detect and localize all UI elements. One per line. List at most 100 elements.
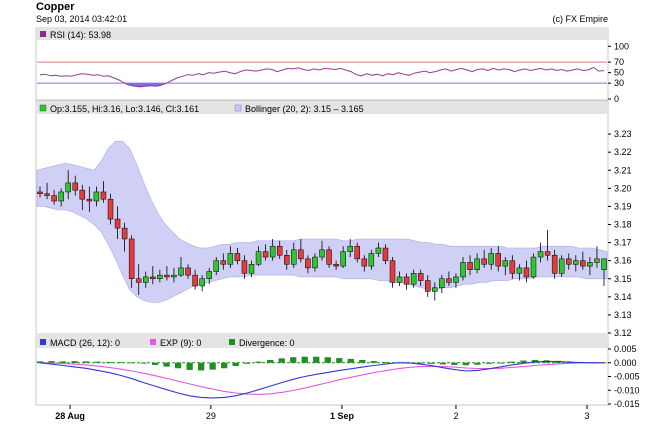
divergence-bar: [186, 362, 193, 370]
exp-legend-swatch: [150, 339, 156, 345]
bollinger-legend-swatch: [234, 104, 242, 112]
divergence-bar: [163, 362, 170, 367]
divergence-bar: [174, 362, 182, 369]
candle-body: [537, 251, 544, 258]
candle-body: [439, 278, 445, 289]
candle-body: [262, 251, 269, 258]
divergence-bar: [151, 362, 159, 365]
candle-body: [305, 258, 311, 269]
divergence-bar: [278, 358, 285, 363]
candle-body: [425, 280, 431, 292]
divergence-bar: [59, 361, 67, 363]
candle-body: [558, 258, 565, 274]
candle-body: [488, 253, 494, 265]
divergence-bar: [359, 360, 366, 363]
macd-panel: MACD (26, 12): 0 EXP (9): 0 Divergence: …: [35, 335, 640, 409]
candle-body: [185, 267, 191, 276]
candle-body: [79, 189, 86, 200]
rsi-tick-label: 0: [614, 94, 619, 104]
rsi-panel: RSI (14): 53.98 0 305070 100: [35, 27, 629, 104]
candle-body: [481, 258, 487, 265]
candle-body: [114, 218, 121, 229]
divergence-bar: [474, 362, 481, 365]
divergence-bar: [267, 360, 274, 363]
candle-body: [530, 256, 537, 278]
macd-legend-swatch: [40, 339, 46, 345]
divergence-bar: [94, 361, 101, 363]
macd-tick-label: 0.005: [614, 344, 637, 354]
candle-body: [587, 262, 593, 267]
price-tick-label: 3.15: [614, 274, 632, 284]
ohlc-legend-swatch: [39, 104, 47, 112]
x-tick-label: 3: [585, 411, 590, 421]
candle-body: [573, 260, 579, 265]
candle-body: [389, 260, 396, 283]
candle-body: [241, 260, 248, 274]
candle-body: [100, 191, 107, 200]
candle-body: [192, 274, 198, 287]
divergence-bar: [485, 362, 493, 364]
price-tick-label: 3.13: [614, 310, 632, 320]
divergence-bar: [451, 362, 458, 365]
exp-legend-label: EXP (9): 0: [160, 338, 201, 348]
candle: [530, 253, 537, 279]
candle-body: [326, 249, 332, 265]
candle-body: [143, 276, 149, 283]
price-tick-label: 3.12: [614, 328, 632, 338]
divergence-bar: [244, 362, 251, 364]
candle-body: [580, 260, 586, 267]
candle-body: [368, 253, 375, 267]
divergence-bar: [497, 362, 504, 364]
divergence-bar: [232, 362, 239, 367]
candle-body: [544, 251, 551, 256]
price-tick-label: 3.14: [614, 292, 632, 302]
divergence-bar: [117, 362, 124, 363]
candle-body: [460, 262, 466, 278]
candle-body: [291, 249, 297, 265]
candle-body: [171, 274, 177, 278]
divergence-bar: [336, 358, 343, 363]
divergence-bar: [221, 362, 228, 369]
rsi-legend-label: RSI (14): 53.98: [50, 30, 111, 40]
candle-body: [354, 245, 360, 260]
divergence-bar: [313, 356, 320, 363]
candle-body: [361, 258, 368, 267]
candle-body: [467, 262, 473, 270]
candle-body: [594, 258, 600, 263]
candle-body: [453, 276, 459, 283]
candle-body: [206, 271, 212, 279]
x-tick-label: 2: [453, 411, 458, 421]
divergence-bar: [347, 358, 354, 363]
divergence-bar: [428, 362, 435, 364]
divergence-bar: [82, 361, 90, 363]
divergence-bar: [105, 361, 113, 363]
candle-body: [319, 249, 325, 258]
candle-body: [65, 182, 71, 193]
candle-body: [417, 273, 424, 281]
divergence-bar: [439, 362, 446, 365]
candle-body: [86, 198, 93, 202]
rsi-tick-label: 70: [614, 57, 624, 67]
candle-body: [347, 245, 353, 252]
x-tick-label: 28 Aug: [55, 411, 85, 421]
price-tick-label: 3.19: [614, 201, 632, 211]
candle-body: [135, 278, 142, 283]
candle-body: [199, 278, 205, 287]
candle-body: [157, 274, 163, 279]
candle-body: [446, 278, 452, 283]
candle-body: [248, 264, 255, 274]
divergence-bar: [128, 362, 136, 364]
price-tick-label: 3.16: [614, 256, 632, 266]
candle-body: [213, 260, 219, 272]
candle-body: [502, 260, 509, 267]
x-tick-label: 29: [206, 411, 216, 421]
divergence-bar: [520, 360, 527, 363]
price-tick-label: 3.17: [614, 238, 632, 248]
price-tick-label: 3.23: [614, 129, 632, 139]
candle-body: [333, 264, 339, 267]
candle-body: [276, 245, 283, 256]
candle-body: [128, 238, 135, 279]
candle-body: [432, 287, 438, 292]
rsi-tick-label: 30: [614, 78, 624, 88]
macd-tick-label: 0.000: [614, 358, 637, 368]
